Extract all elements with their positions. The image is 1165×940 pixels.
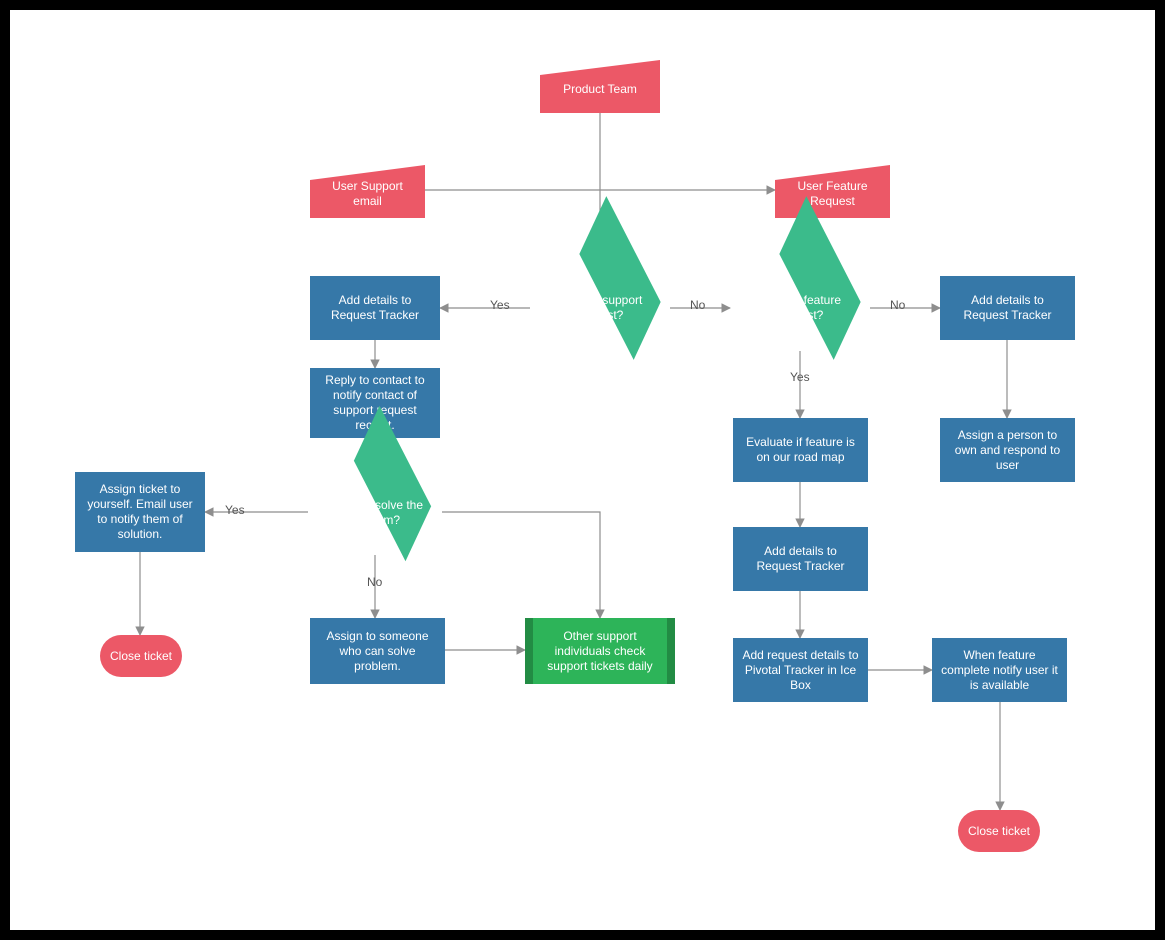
node-evaluate-roadmap: Evaluate if feature is on our road map (733, 418, 868, 482)
label-user-support-email: User Support email (310, 170, 425, 218)
text-is-support-request: Is this a support request? (544, 293, 656, 323)
text-close-ticket-right: Close ticket (968, 824, 1030, 839)
edge-label-yes-3: Yes (225, 503, 245, 517)
text-notify-available: When feature complete notify user it is … (940, 648, 1059, 693)
node-add-pivotal: Add request details to Pivotal Tracker i… (733, 638, 868, 702)
edge-label-no: No (690, 298, 705, 312)
text-close-ticket-left: Close ticket (110, 649, 172, 664)
text-product-team: Product Team (563, 82, 637, 97)
text-add-details-rt-left: Add details to Request Tracker (318, 293, 432, 323)
edge-label-yes-2: Yes (790, 370, 810, 384)
node-assign-self: Assign ticket to yourself. Email user to… (75, 472, 205, 552)
node-close-ticket-right: Close ticket (958, 810, 1040, 852)
node-assign-someone: Assign to someone who can solve problem. (310, 618, 445, 684)
text-assign-self: Assign ticket to yourself. Email user to… (83, 482, 197, 542)
label-product-team: Product Team (540, 65, 660, 113)
text-add-details-rt-right: Add details to Request Tracker (948, 293, 1067, 323)
node-assign-owner: Assign a person to own and respond to us… (940, 418, 1075, 482)
node-add-details-rt-left: Add details to Request Tracker (310, 276, 440, 340)
text-assign-owner: Assign a person to own and respond to us… (948, 428, 1067, 473)
text-assign-someone: Assign to someone who can solve problem. (318, 629, 437, 674)
text-add-pivotal: Add request details to Pivotal Tracker i… (741, 648, 860, 693)
diagram-frame: Product Team User Support email User Fea… (0, 0, 1165, 940)
text-user-support-email: User Support email (318, 179, 417, 209)
edge-label-yes: Yes (490, 298, 510, 312)
node-is-feature-request: Is this a feature request? (730, 265, 870, 351)
text-can-solve: Can you solve the problem? (322, 498, 428, 528)
node-notify-available: When feature complete notify user it is … (932, 638, 1067, 702)
node-is-support-request: Is this a support request? (530, 265, 670, 351)
node-other-support: Other support individuals check support … (525, 618, 675, 684)
text-user-feature-request: User Feature Request (783, 179, 882, 209)
flowchart-canvas: Product Team User Support email User Fea… (10, 10, 1155, 930)
node-add-details-rt-mid: Add details to Request Tracker (733, 527, 868, 591)
text-evaluate-roadmap: Evaluate if feature is on our road map (741, 435, 860, 465)
text-other-support: Other support individuals check support … (541, 629, 659, 674)
node-can-solve: Can you solve the problem? (308, 470, 442, 556)
node-close-ticket-left: Close ticket (100, 635, 182, 677)
text-add-details-rt-mid: Add details to Request Tracker (741, 544, 860, 574)
label-user-feature-request: User Feature Request (775, 170, 890, 218)
edge-label-no-2: No (890, 298, 905, 312)
text-is-feature-request: Is this a feature request? (744, 293, 856, 323)
node-add-details-rt-right: Add details to Request Tracker (940, 276, 1075, 340)
edge-label-no-3: No (367, 575, 382, 589)
